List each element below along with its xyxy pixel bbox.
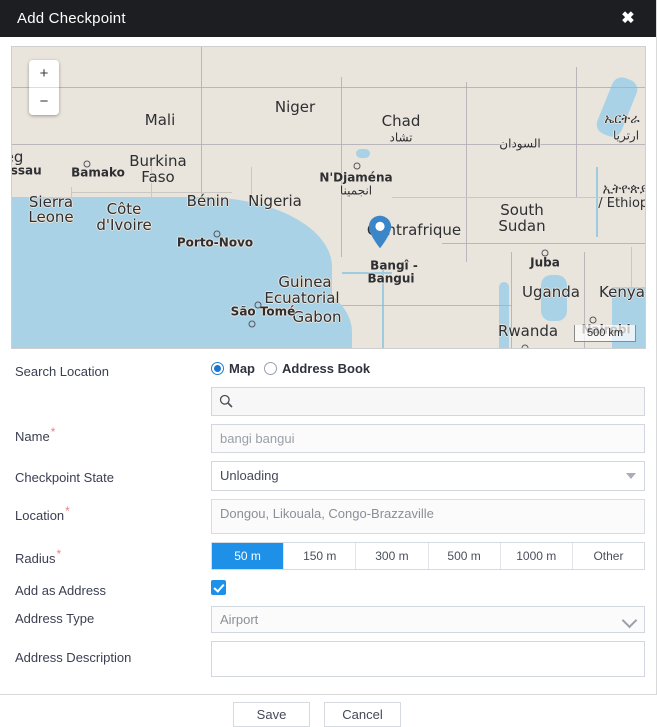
map-border	[341, 77, 342, 257]
row-address-type: Address Type Airport	[15, 606, 645, 633]
close-icon[interactable]: ✖	[618, 9, 638, 29]
map-border	[201, 47, 202, 197]
address-description-input[interactable]	[211, 641, 645, 677]
required-asterisk: *	[51, 425, 56, 439]
map-river-ubangi	[342, 272, 392, 274]
radius-option-1000m[interactable]: 1000 m	[501, 543, 573, 569]
radius-button-group[interactable]: 50 m150 m300 m500 m1000 mOther	[211, 542, 645, 570]
dialog-header: Add Checkpoint ✖	[0, 0, 656, 37]
map-city-dot	[522, 345, 529, 350]
radius-option-50m[interactable]: 50 m	[212, 543, 284, 569]
map-border	[12, 144, 646, 145]
map-pin-icon[interactable]	[368, 215, 392, 249]
address-type-label: Address Type	[15, 606, 211, 626]
row-search-input	[15, 387, 645, 416]
address-description-label: Address Description	[15, 641, 211, 665]
name-input[interactable]	[211, 424, 645, 453]
radio-map-label: Map	[229, 361, 255, 376]
row-search-location: Search Location Map Address Book	[15, 359, 645, 379]
add-as-address-checkbox[interactable]	[211, 580, 226, 595]
map-border	[72, 192, 232, 193]
map-border	[392, 197, 622, 198]
zoom-in-button[interactable]: +	[29, 60, 59, 88]
radio-address-book-label: Address Book	[282, 361, 370, 376]
map-border	[251, 167, 252, 262]
search-location-radio-group[interactable]: Map Address Book	[211, 359, 645, 376]
map-border	[342, 305, 512, 306]
map-city-dot	[214, 231, 221, 238]
map-zoom-control[interactable]: + −	[29, 60, 59, 115]
row-checkpoint-state: Checkpoint State Unloading	[15, 461, 645, 491]
map-lake-tanganyika	[499, 282, 509, 349]
location-label-text: Location	[15, 508, 64, 523]
map-border	[466, 82, 467, 262]
search-location-label: Search Location	[15, 359, 211, 379]
map-border	[442, 243, 646, 244]
add-checkpoint-dialog: Add Checkpoint ✖	[0, 0, 657, 695]
zoom-out-button[interactable]: −	[29, 88, 59, 115]
location-label: Location*	[15, 499, 211, 523]
map-city-dot	[84, 161, 91, 168]
dialog-actions: Save Cancel	[15, 702, 645, 727]
search-input[interactable]	[211, 387, 645, 416]
radius-label: Radius*	[15, 542, 211, 566]
checkpoint-form: Search Location Map Address Book	[11, 359, 645, 727]
name-label-text: Name	[15, 429, 50, 444]
add-as-address-label: Add as Address	[15, 578, 211, 598]
radio-map-mark	[211, 362, 224, 375]
map-border	[151, 157, 152, 217]
required-asterisk: *	[56, 547, 61, 561]
radius-label-text: Radius	[15, 551, 55, 566]
map-city-dot	[255, 302, 262, 309]
map-border	[12, 87, 646, 88]
radius-option-other[interactable]: Other	[573, 543, 644, 569]
map-city-dot	[542, 250, 549, 257]
radius-option-300m[interactable]: 300 m	[356, 543, 428, 569]
radius-option-150m[interactable]: 150 m	[284, 543, 356, 569]
map-border	[71, 187, 72, 247]
page-title: Add Checkpoint	[17, 10, 126, 27]
location-map[interactable]: + − 500 km MaliNigerChadتشادالسودانኤርትራا…	[11, 46, 646, 349]
map-city-dot	[249, 321, 256, 328]
radio-address-book[interactable]: Address Book	[264, 361, 370, 376]
checkpoint-state-select[interactable]: Unloading	[211, 461, 645, 491]
address-type-select[interactable]: Airport	[211, 606, 645, 633]
row-name: Name*	[15, 424, 645, 453]
search-spacer	[15, 387, 211, 392]
row-location: Location* Dongou, Likouala, Congo-Brazza…	[15, 499, 645, 534]
checkpoint-state-label: Checkpoint State	[15, 461, 211, 485]
save-button[interactable]: Save	[233, 702, 310, 727]
map-border	[321, 277, 322, 349]
map-border	[511, 252, 512, 349]
dialog-body: + − 500 km MaliNigerChadتشادالسودانኤርትራا…	[0, 37, 656, 727]
map-lake-chad	[356, 149, 370, 158]
radio-map[interactable]: Map	[211, 361, 255, 376]
map-river-nile	[596, 167, 598, 237]
map-border	[576, 67, 577, 197]
row-address-description: Address Description	[15, 641, 645, 680]
map-city-dot	[354, 163, 361, 170]
location-value[interactable]: Dongou, Likouala, Congo-Brazzaville	[211, 499, 645, 534]
name-label: Name*	[15, 424, 211, 444]
cancel-button[interactable]: Cancel	[324, 702, 401, 727]
map-scale-bar: 500 km	[574, 325, 636, 342]
row-add-as-address: Add as Address	[15, 578, 645, 598]
row-radius: Radius* 50 m150 m300 m500 m1000 mOther	[15, 542, 645, 570]
radio-address-book-mark	[264, 362, 277, 375]
radius-option-500m[interactable]: 500 m	[429, 543, 501, 569]
map-lake-victoria	[541, 275, 567, 321]
required-asterisk: *	[65, 504, 70, 518]
map-city-dot	[590, 317, 597, 324]
